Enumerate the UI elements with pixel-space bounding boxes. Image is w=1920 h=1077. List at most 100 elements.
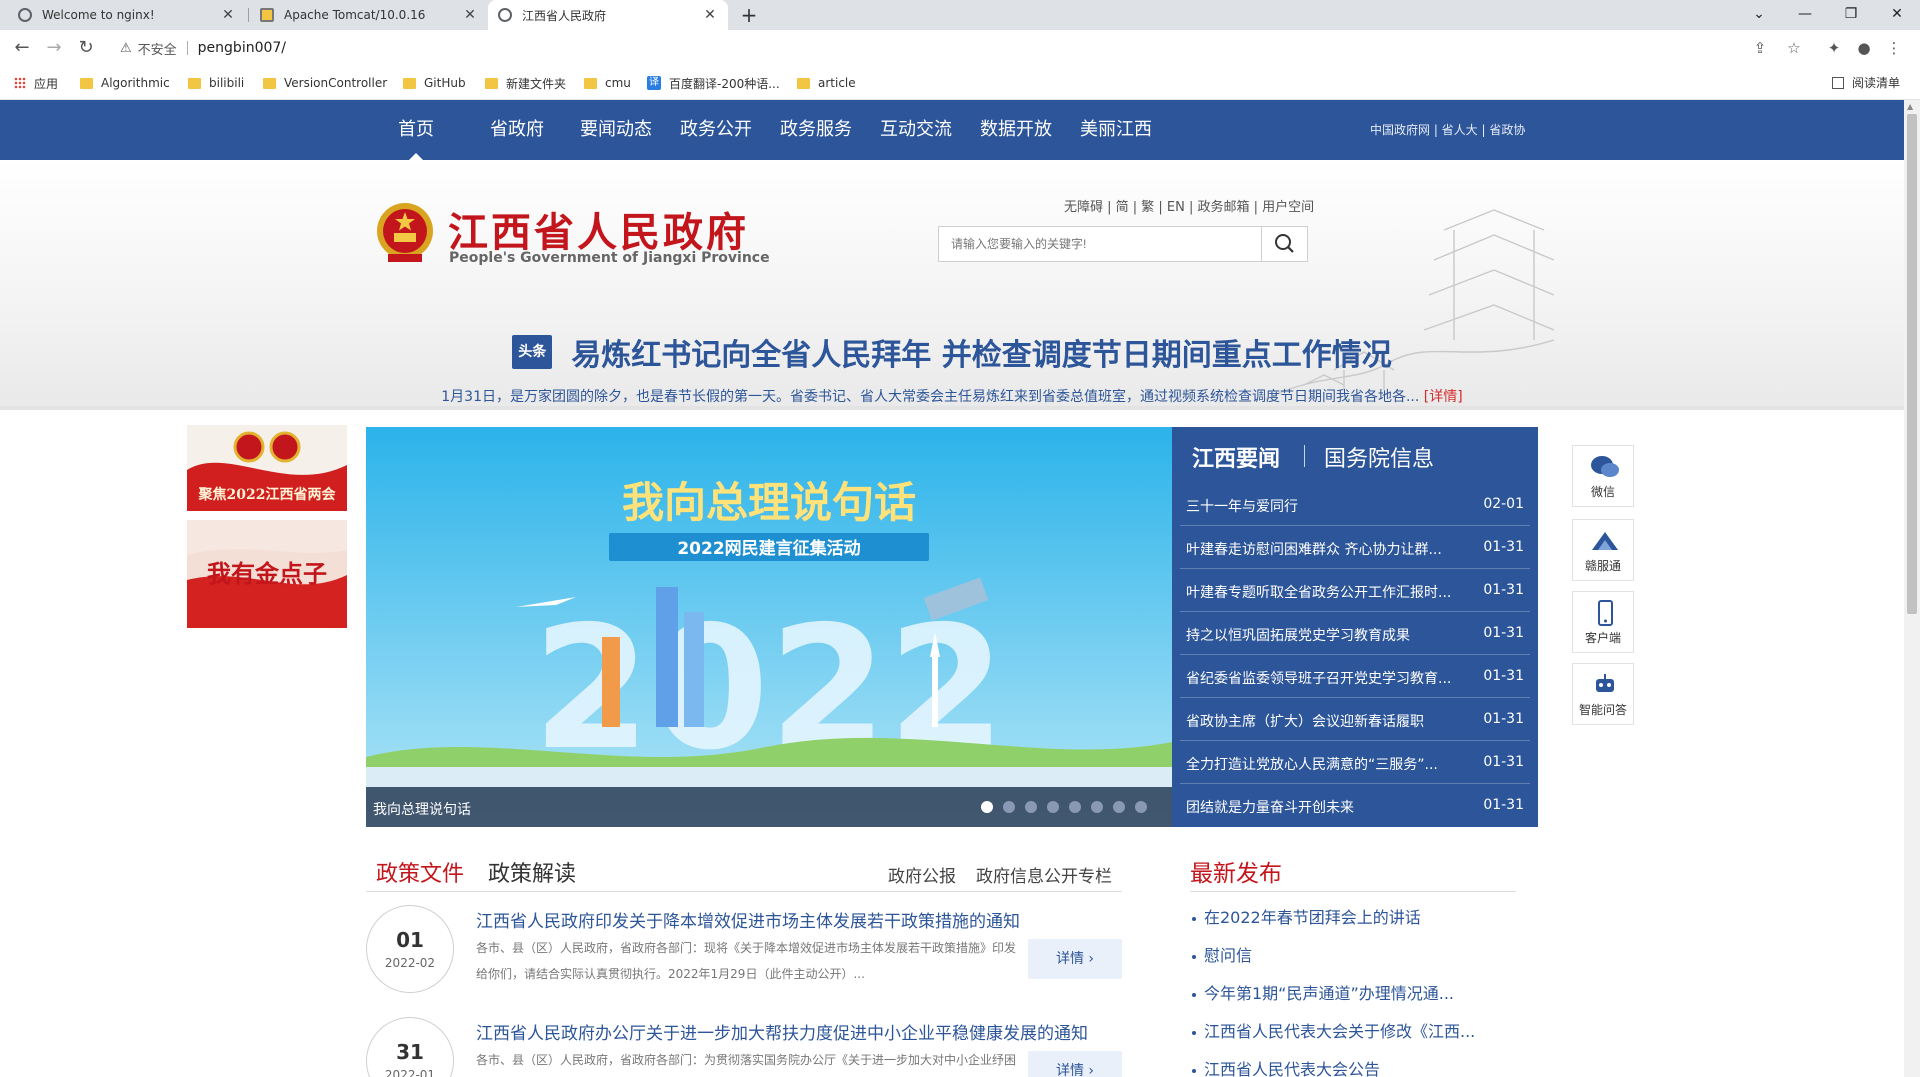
- latest-item[interactable]: 慰问信: [1190, 942, 1252, 966]
- slider-dot[interactable]: [1025, 801, 1037, 813]
- float-button-wechat[interactable]: 微信: [1572, 445, 1634, 507]
- back-button[interactable]: ←: [10, 36, 34, 60]
- news-item[interactable]: 持之以恒巩固拓展党史学习教育成果 01-31: [1180, 612, 1530, 655]
- warning-icon[interactable]: ⚠: [120, 41, 132, 56]
- profile-icon[interactable]: ●: [1852, 36, 1876, 60]
- bookmark-baidu-translate[interactable]: 译百度翻译-200种语...: [647, 74, 780, 92]
- tab-state-council[interactable]: 国务院信息: [1324, 441, 1434, 473]
- latest-item[interactable]: 在2022年春节团拜会上的讲话: [1190, 904, 1421, 928]
- chevron-right-icon: ›: [1088, 1063, 1095, 1077]
- search-input[interactable]: [939, 227, 1261, 261]
- float-button-ganfutong[interactable]: 赣服通: [1572, 519, 1634, 581]
- tab-policy-documents[interactable]: 政策文件: [376, 856, 464, 888]
- banner-golden-ideas[interactable]: 我有金点子: [187, 520, 347, 628]
- link-gov-gazette[interactable]: 政府公报: [888, 862, 956, 887]
- bookmark-new-folder[interactable]: 新建文件夹: [485, 74, 566, 92]
- slider-dot[interactable]: [1047, 801, 1059, 813]
- bookmark-bilibili[interactable]: bilibili: [188, 74, 244, 92]
- external-links[interactable]: 中国政府网 | 省人大 | 省政协: [1370, 100, 1525, 160]
- page-scrollbar[interactable]: ▲: [1904, 100, 1920, 1077]
- detail-button[interactable]: 详情 ›: [1028, 1051, 1122, 1077]
- policy-title[interactable]: 江西省人民政府印发关于降本增效促进市场主体发展若干政策措施的通知: [476, 907, 1020, 932]
- close-icon[interactable]: ✕: [462, 7, 478, 23]
- image-slider[interactable]: 我向总理说句话 2022网民建言征集活动 2022 我向总理说句话: [366, 427, 1172, 827]
- slider-caption[interactable]: 我向总理说句话: [373, 799, 471, 819]
- slider-dot[interactable]: [1135, 801, 1147, 813]
- latest-item[interactable]: 江西省人民代表大会公告: [1190, 1056, 1380, 1077]
- browser-tab-jiangxi[interactable]: 江西省人民政府 ✕: [488, 0, 728, 30]
- news-date: 01-31: [1483, 668, 1524, 684]
- reload-button[interactable]: ↻: [74, 36, 98, 60]
- news-item[interactable]: 叶建春专题听取全省政务公开工作汇报时... 01-31: [1180, 569, 1530, 612]
- browser-tab-nginx[interactable]: Welcome to nginx! ✕: [8, 0, 246, 30]
- slider-dot[interactable]: [1069, 801, 1081, 813]
- bookmark-versioncontroller[interactable]: VersionController: [263, 74, 387, 92]
- latest-item[interactable]: 江西省人民代表大会关于修改《江西...: [1190, 1018, 1475, 1042]
- headline-title[interactable]: 易炼红书记向全省人民拜年 并检查调度节日期间重点工作情况: [571, 330, 1391, 374]
- banner-two-sessions[interactable]: 聚焦2022江西省两会: [187, 425, 347, 511]
- news-item[interactable]: 省政协主席（扩大）会议迎新春话履职 01-31: [1180, 698, 1530, 741]
- scroll-thumb[interactable]: [1907, 114, 1917, 614]
- minimize-button[interactable]: —: [1782, 0, 1828, 30]
- share-icon[interactable]: ⇪: [1748, 36, 1772, 60]
- nav-item-home[interactable]: 首页: [382, 100, 450, 160]
- close-window-button[interactable]: ✕: [1874, 0, 1920, 30]
- browser-tab-tomcat[interactable]: Apache Tomcat/10.0.16 ✕: [250, 0, 488, 30]
- menu-icon[interactable]: ⋮: [1882, 36, 1906, 60]
- nav-item-beautiful-jiangxi[interactable]: 美丽江西: [1073, 100, 1159, 160]
- close-icon[interactable]: ✕: [220, 7, 236, 23]
- star-icon[interactable]: ☆: [1782, 36, 1806, 60]
- news-item[interactable]: 省纪委省监委领导班子召开党史学习教育... 01-31: [1180, 655, 1530, 698]
- nav-item-interaction[interactable]: 互动交流: [873, 100, 959, 160]
- slider-dot[interactable]: [1003, 801, 1015, 813]
- security-label[interactable]: 不安全: [138, 39, 177, 58]
- new-tab-button[interactable]: +: [737, 3, 761, 27]
- latest-item[interactable]: 今年第1期“民声通道”办理情况通...: [1190, 980, 1454, 1004]
- summary-text: 1月31日，是万家团圆的除夕，也是春节长假的第一天。省委书记、省人大常委会主任易…: [441, 389, 1420, 405]
- news-item[interactable]: 全力打造让党放心人民满意的“三服务”... 01-31: [1180, 741, 1530, 784]
- news-item[interactable]: 三十一年与爱同行 02-01: [1180, 483, 1530, 526]
- news-item[interactable]: 团结就是力量奋斗开创未来 01-31: [1180, 784, 1530, 827]
- close-icon[interactable]: ✕: [702, 7, 718, 23]
- float-button-client[interactable]: 客户端: [1572, 591, 1634, 653]
- tab-jiangxi-news[interactable]: 江西要闻: [1192, 441, 1280, 473]
- slide-title: 我向总理说句话: [622, 478, 916, 527]
- slide-subtitle: 2022网民建言征集活动: [677, 538, 860, 559]
- extensions-icon[interactable]: ✦: [1822, 36, 1846, 60]
- policy-title[interactable]: 江西省人民政府办公厅关于进一步加大帮扶力度促进中小企业平稳健康发展的通知: [476, 1019, 1088, 1044]
- latest-item-text: 今年第1期“民声通道”办理情况通...: [1204, 984, 1455, 1003]
- policy-summary: 各市、县（区）人民政府，省政府各部门：为贯彻落实国务院办公厅《关于进一步加大对中…: [476, 1053, 1017, 1067]
- omnibox[interactable]: ⚠ 不安全 pengbin007/: [104, 33, 1784, 63]
- forward-button[interactable]: →: [42, 36, 66, 60]
- tab-search-button[interactable]: ⌄: [1736, 0, 1782, 30]
- nav-item-open-data[interactable]: 数据开放: [973, 100, 1059, 160]
- nav-item-gov-affairs[interactable]: 政务公开: [673, 100, 759, 160]
- reading-list[interactable]: 阅读清单: [1831, 74, 1900, 91]
- bookmark-article[interactable]: article: [797, 74, 856, 92]
- restore-button[interactable]: ❐: [1828, 0, 1874, 30]
- url-text[interactable]: pengbin007/: [198, 40, 286, 56]
- search-button[interactable]: [1261, 227, 1307, 261]
- float-button-smart-qa[interactable]: 智能问答: [1572, 663, 1634, 725]
- news-title: 三十一年与爱同行: [1186, 499, 1298, 515]
- bookmark-label: Algorithmic: [101, 76, 170, 90]
- detail-button[interactable]: 详情 ›: [1028, 939, 1122, 979]
- slider-dot[interactable]: [1091, 801, 1103, 813]
- nav-item-news[interactable]: 要闻动态: [573, 100, 659, 160]
- summary-more-link[interactable]: [详情]: [1424, 389, 1463, 405]
- latest-divider: [1190, 891, 1516, 892]
- bookmark-apps[interactable]: 应用: [14, 74, 58, 92]
- news-date: 01-31: [1483, 539, 1524, 555]
- nav-item-gov-services[interactable]: 政务服务: [773, 100, 859, 160]
- news-item[interactable]: 叶建春走访慰问困难群众 齐心协力让群... 01-31: [1180, 526, 1530, 569]
- bookmark-algorithmic[interactable]: Algorithmic: [80, 74, 170, 92]
- slider-dot[interactable]: [981, 801, 993, 813]
- tab-policy-interpretation[interactable]: 政策解读: [488, 856, 576, 888]
- nav-item-province-gov[interactable]: 省政府: [479, 100, 555, 160]
- link-info-disclosure[interactable]: 政府信息公开专栏: [976, 862, 1112, 887]
- slider-dot[interactable]: [1113, 801, 1125, 813]
- scroll-up-arrow-icon[interactable]: ▲: [1907, 102, 1913, 111]
- bookmark-github[interactable]: GitHub: [403, 74, 466, 92]
- utility-links[interactable]: 无障碍 | 简 | 繁 | EN | 政务邮箱 | 用户空间: [1064, 196, 1314, 215]
- bookmark-cmu[interactable]: cmu: [584, 74, 631, 92]
